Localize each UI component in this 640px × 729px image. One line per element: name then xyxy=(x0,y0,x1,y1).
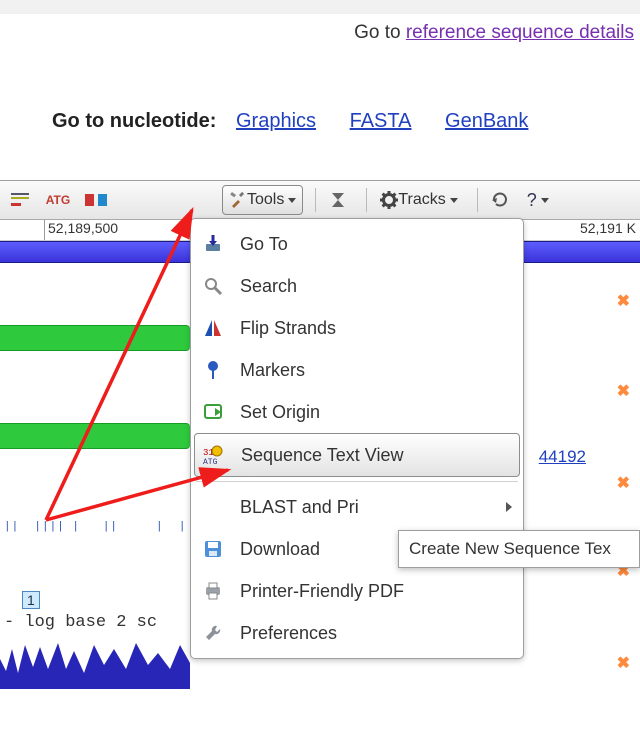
help-button[interactable]: ? xyxy=(522,185,554,215)
goto-ref-prefix: Go to xyxy=(354,22,406,43)
close-icon[interactable]: ✖ xyxy=(617,291,630,311)
menu-item-label: BLAST and Pri xyxy=(240,497,359,518)
menu-item-label: Preferences xyxy=(240,623,337,644)
menu-item-markers[interactable]: Markers xyxy=(194,349,520,391)
fasta-link[interactable]: FASTA xyxy=(350,110,412,132)
close-icon[interactable]: ✖ xyxy=(617,381,630,401)
menu-item-sequence-text-view[interactable]: 31ATG Sequence Text View xyxy=(194,433,520,477)
track-link-44192[interactable]: 44192 xyxy=(539,447,586,467)
menu-item-label: Markers xyxy=(240,360,305,381)
menu-item-label: Printer-Friendly PDF xyxy=(240,581,404,602)
menu-item-label: Download xyxy=(240,539,320,560)
toolbar-zoom-button[interactable] xyxy=(322,185,354,215)
track-badge: 1 xyxy=(22,591,40,609)
chevron-right-icon xyxy=(506,502,512,512)
atg-label: ATG xyxy=(46,193,70,207)
menu-item-label: Search xyxy=(240,276,297,297)
menu-item-preferences[interactable]: Preferences xyxy=(194,612,520,654)
flip-icon xyxy=(200,318,226,338)
seqtext-icon: 31ATG xyxy=(201,445,227,465)
toolbar-atg-button[interactable]: ATG xyxy=(42,185,74,215)
menu-item-pdf[interactable]: Printer-Friendly PDF xyxy=(194,570,520,612)
hourglass-icon xyxy=(331,192,345,208)
refresh-icon xyxy=(491,191,509,209)
svg-text:ATG: ATG xyxy=(203,458,218,465)
menu-item-blast[interactable]: BLAST and Pri xyxy=(194,486,520,528)
chevron-down-icon xyxy=(541,198,549,203)
viewer-toolbar: ATG Tools xyxy=(0,181,640,220)
search-icon xyxy=(200,276,226,296)
menu-item-label: Set Origin xyxy=(240,402,320,423)
tools-label: Tools xyxy=(247,191,284,209)
menu-item-label: Flip Strands xyxy=(240,318,336,339)
close-icon[interactable]: ✖ xyxy=(617,653,630,673)
goto-nucleotide-line: Go to nucleotide: Graphics FASTA GenBank xyxy=(0,48,640,143)
go-to-icon xyxy=(200,234,226,254)
toolbar-span-button[interactable] xyxy=(80,185,112,215)
score-area-chart xyxy=(0,639,190,689)
origin-icon xyxy=(200,402,226,422)
window-top-strip xyxy=(0,0,640,14)
refresh-button[interactable] xyxy=(484,185,516,215)
marker-icon xyxy=(200,360,226,380)
genbank-link[interactable]: GenBank xyxy=(445,110,528,132)
scale-label: - log base 2 sc xyxy=(4,613,157,632)
menu-separator xyxy=(196,481,518,482)
goto-nucleotide-label: Go to nucleotide: xyxy=(52,110,216,132)
ruler-left-label: 52,189,500 xyxy=(44,220,118,240)
track-row[interactable] xyxy=(0,423,190,449)
tooltip-text: Create New Sequence Tex xyxy=(409,539,611,559)
menu-item-search[interactable]: Search xyxy=(194,265,520,307)
gear-icon xyxy=(380,191,398,209)
tools-icon xyxy=(229,191,247,209)
wrench-icon xyxy=(200,623,226,643)
help-icon: ? xyxy=(527,190,537,211)
tools-menu: Go To Search Flip Strands Markers Set Or… xyxy=(190,218,524,659)
span-icon xyxy=(85,194,107,206)
menu-item-label: Sequence Text View xyxy=(241,445,403,466)
print-icon xyxy=(200,581,226,601)
goto-reference-line: Go to reference sequence details xyxy=(0,14,640,48)
graphics-link[interactable]: Graphics xyxy=(236,110,316,132)
ruler-right-label: 52,191 K xyxy=(577,220,636,240)
toolbar-icon-1[interactable] xyxy=(4,185,36,215)
tracks-label: Tracks xyxy=(398,191,445,209)
track-row[interactable] xyxy=(0,325,190,351)
save-icon xyxy=(200,539,226,559)
submenu-tooltip: Create New Sequence Tex xyxy=(398,530,640,568)
menu-item-goto[interactable]: Go To xyxy=(194,223,520,265)
chevron-down-icon xyxy=(288,198,296,203)
close-icon[interactable]: ✖ xyxy=(617,473,630,493)
menu-item-flip[interactable]: Flip Strands xyxy=(194,307,520,349)
menu-item-label: Go To xyxy=(240,234,288,255)
tools-button[interactable]: Tools xyxy=(222,185,303,215)
chevron-down-icon xyxy=(450,198,458,203)
reference-sequence-link[interactable]: reference sequence details xyxy=(406,22,634,43)
lines-icon xyxy=(11,193,29,207)
tracks-button[interactable]: Tracks xyxy=(373,185,464,215)
menu-item-origin[interactable]: Set Origin xyxy=(194,391,520,433)
